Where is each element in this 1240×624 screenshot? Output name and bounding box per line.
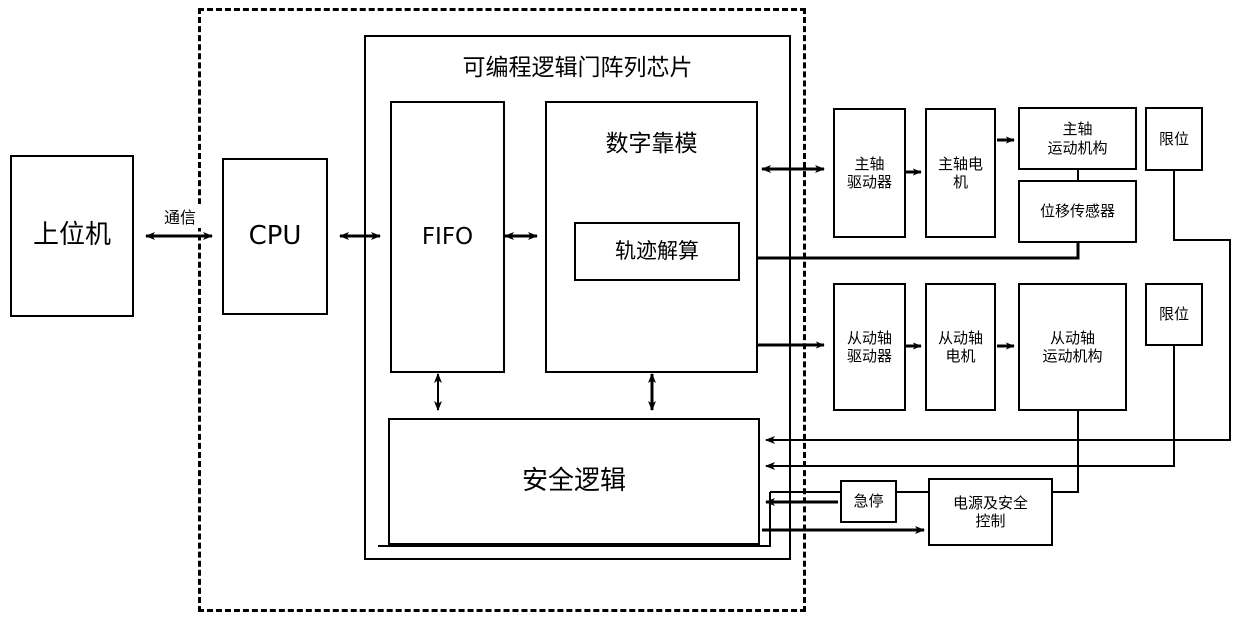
spindle-motor-label-line2: 机 bbox=[952, 173, 968, 191]
spindle-motor-box[interactable]: 主轴电 机 bbox=[925, 108, 996, 238]
power-safety-label-line2: 控制 bbox=[975, 512, 1006, 530]
displacement-sensor-box[interactable]: 位移传感器 bbox=[1018, 180, 1137, 243]
spindle-mechanism-label-line1: 主轴 bbox=[1062, 120, 1093, 139]
slave-mechanism-box[interactable]: 从动轴 运动机构 bbox=[1018, 283, 1127, 411]
power-safety-control-box[interactable]: 电源及安全 控制 bbox=[928, 478, 1053, 546]
slave-driver-label-line2: 驱动器 bbox=[846, 347, 892, 365]
slave-driver-box[interactable]: 从动轴 驱动器 bbox=[833, 283, 906, 411]
spindle-driver-box[interactable]: 主轴 驱动器 bbox=[833, 108, 906, 238]
slave-motor-label-line2: 电机 bbox=[945, 347, 976, 365]
safety-logic-box[interactable]: 安全逻辑 bbox=[388, 418, 760, 545]
host-computer-box[interactable]: 上位机 bbox=[10, 155, 134, 317]
block-diagram: 可编程逻辑门阵列芯片 上位机 通信 CPU FIFO 数字靠模 轨迹解算 安全逻… bbox=[0, 0, 1240, 624]
slave-motor-box[interactable]: 从动轴 电机 bbox=[925, 283, 996, 411]
slave-driver-label-line1: 从动轴 bbox=[846, 328, 892, 347]
spindle-driver-label-line2: 驱动器 bbox=[846, 173, 892, 191]
fifo-box[interactable]: FIFO bbox=[390, 101, 505, 373]
slave-motor-label-line1: 从动轴 bbox=[937, 328, 983, 347]
limit-switch-2-box[interactable]: 限位 bbox=[1145, 283, 1203, 346]
slave-mechanism-label-line2: 运动机构 bbox=[1042, 347, 1103, 365]
cpu-box[interactable]: CPU bbox=[222, 158, 328, 315]
slave-mechanism-label-line1: 从动轴 bbox=[1049, 328, 1095, 347]
limit-switch-1-box[interactable]: 限位 bbox=[1145, 107, 1203, 171]
fpga-chip-title: 可编程逻辑门阵列芯片 bbox=[462, 55, 693, 81]
spindle-driver-label-line1: 主轴 bbox=[854, 154, 885, 173]
digital-profiling-label: 数字靠模 bbox=[605, 131, 698, 157]
spindle-mechanism-box[interactable]: 主轴 运动机构 bbox=[1018, 107, 1137, 170]
emergency-stop-box[interactable]: 急停 bbox=[840, 480, 897, 523]
spindle-mechanism-label-line2: 运动机构 bbox=[1047, 138, 1108, 157]
trajectory-solver-box[interactable]: 轨迹解算 bbox=[574, 222, 740, 281]
communication-link-label: 通信 bbox=[146, 204, 214, 228]
spindle-motor-label-line1: 主轴电 bbox=[937, 154, 983, 173]
power-safety-label-line1: 电源及安全 bbox=[952, 493, 1028, 512]
